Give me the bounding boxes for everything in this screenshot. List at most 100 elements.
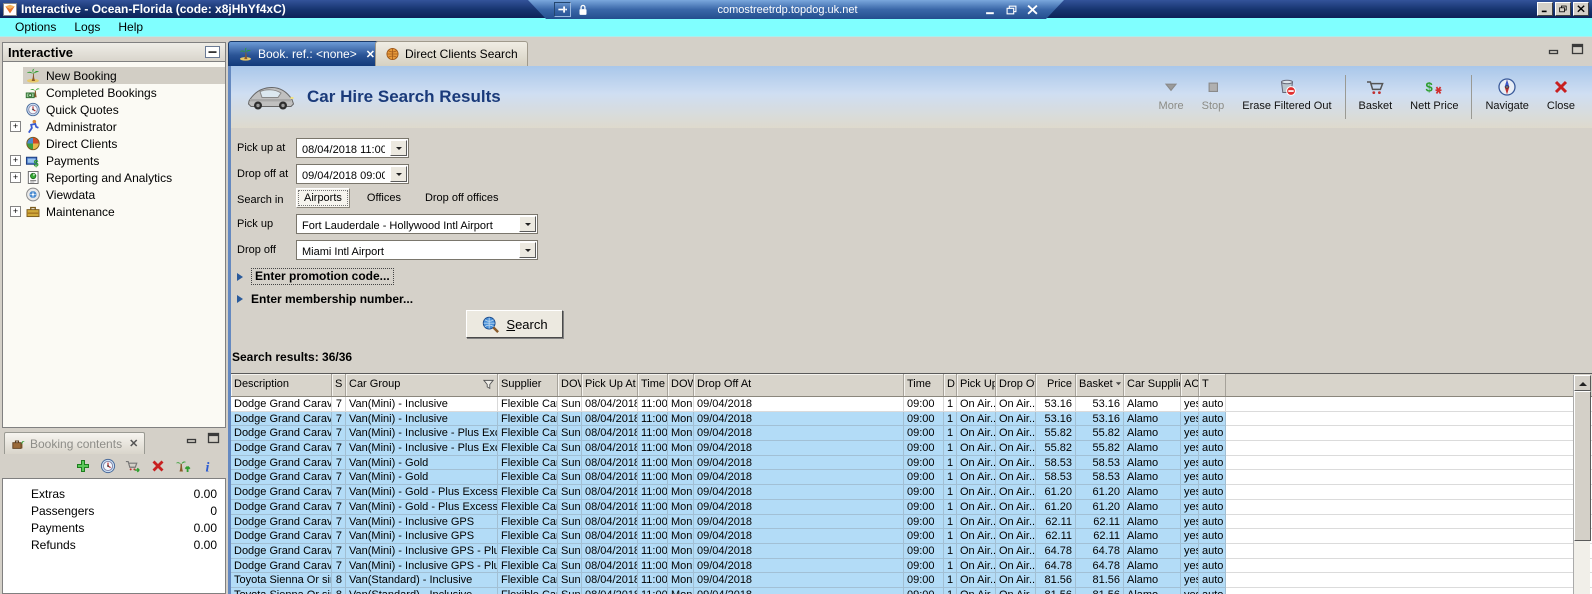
table-row[interactable]: Dodge Grand Carava...7Van(Mini) - Inclus… — [231, 426, 1592, 442]
sidebar-item-new-booking[interactable]: New Booking — [3, 67, 225, 84]
search-button[interactable]: Search — [466, 310, 563, 338]
navigate-button[interactable]: Navigate — [1476, 77, 1537, 118]
sidebar-item-quick-quotes[interactable]: Quick Quotes — [3, 101, 225, 118]
pickup-field[interactable] — [296, 214, 538, 234]
clock-globe-icon[interactable] — [100, 458, 116, 474]
tab-close-icon[interactable]: ✕ — [366, 48, 375, 61]
window-restore-button[interactable] — [1555, 2, 1571, 16]
tree-item-body[interactable]: Reporting and Analytics — [23, 169, 225, 186]
dropoff-dropdown-icon[interactable] — [519, 242, 536, 258]
scrollbar-thumb[interactable] — [1574, 391, 1591, 541]
delete-x-icon[interactable] — [150, 458, 166, 474]
nett-price-button[interactable]: $ Nett Price — [1401, 77, 1467, 118]
tree-item-body[interactable]: $ Payments — [23, 152, 225, 169]
table-row[interactable]: Dodge Grand Carava...7Van(Mini) - Inclus… — [231, 558, 1592, 574]
expand-icon[interactable]: + — [10, 206, 21, 217]
erase-filtered-out-button[interactable]: Erase Filtered Out — [1233, 77, 1340, 118]
rdp-restore-button[interactable] — [1006, 5, 1017, 15]
pickup-dropdown-icon[interactable] — [519, 216, 536, 232]
column-header-car-supplier[interactable]: Car Supplier — [1124, 374, 1181, 396]
dropoff-input[interactable] — [297, 241, 518, 259]
table-scrollbar[interactable] — [1573, 375, 1591, 594]
cart-arrow-icon[interactable] — [125, 458, 141, 474]
sidebar-item-payments[interactable]: + $ Payments — [3, 152, 225, 169]
tree-item-body[interactable]: Completed Bookings — [23, 84, 225, 101]
rdp-minimize-button[interactable] — [985, 5, 996, 15]
table-row[interactable]: Dodge Grand Carava...7Van(Mini) - Inclus… — [231, 411, 1592, 427]
column-header-dow[interactable]: DOW — [558, 374, 582, 396]
sidebar-item-reporting-and-analytics[interactable]: + Reporting and Analytics — [3, 169, 225, 186]
menu-item-help[interactable]: Help — [109, 18, 152, 36]
table-row[interactable]: Dodge Grand Carava...7Van(Mini) - Inclus… — [231, 441, 1592, 456]
dropoff-at-dropdown-icon[interactable] — [390, 166, 407, 182]
column-header-drop-off[interactable]: Drop Off — [996, 374, 1036, 396]
column-header-price[interactable]: Price — [1036, 374, 1076, 396]
table-row[interactable]: Dodge Grand Carava...7Van(Mini) - Inclus… — [231, 514, 1592, 530]
close-button[interactable]: Close — [1538, 77, 1584, 118]
menu-item-logs[interactable]: Logs — [65, 18, 109, 36]
column-header-car-group[interactable]: Car Group — [346, 374, 498, 396]
sidebar-item-completed-bookings[interactable]: Completed Bookings — [3, 84, 225, 101]
tab-book-ref-none-[interactable]: Book. ref.: <none> ✕ — [228, 41, 385, 66]
sidebar-item-direct-clients[interactable]: Direct Clients — [3, 135, 225, 152]
booking-contents-tab[interactable]: Booking contents ✕ — [4, 432, 146, 454]
sidebar-item-administrator[interactable]: + Administrator — [3, 118, 225, 135]
menu-item-options[interactable]: Options — [6, 18, 65, 36]
column-header-description[interactable]: Description — [231, 374, 332, 396]
promotion-code-text[interactable]: Enter promotion code... — [251, 268, 394, 285]
table-row[interactable]: Dodge Grand Carava...7Van(Mini) - Gold -… — [231, 485, 1592, 500]
promotion-code-link[interactable]: Enter promotion code... — [237, 268, 394, 285]
panel-maximize-icon[interactable] — [207, 432, 220, 444]
expand-icon[interactable]: + — [10, 172, 21, 183]
add-plus-icon[interactable] — [75, 458, 91, 474]
membership-number-text[interactable]: Enter membership number... — [251, 292, 413, 306]
column-header-time[interactable]: Time — [904, 374, 944, 396]
more-button[interactable]: More — [1150, 77, 1193, 118]
column-header-t[interactable]: T — [1199, 374, 1226, 396]
table-row[interactable]: Toyota Sienna Or sim...8Van(Standard) - … — [231, 573, 1592, 588]
column-header-pick-up[interactable]: Pick Up — [957, 374, 996, 396]
dropoff-at-field[interactable] — [296, 164, 409, 184]
dropoff-at-input[interactable] — [297, 165, 389, 183]
table-row[interactable]: Toyota Sienna Or sim...8Van(Standard) - … — [231, 587, 1592, 594]
tree-item-body[interactable]: Maintenance — [23, 203, 225, 220]
search-in-option-drop-off-offices[interactable]: Drop off offices — [418, 189, 506, 207]
window-minimize-button[interactable] — [1537, 2, 1553, 16]
column-header-pick-up-at[interactable]: Pick Up At — [582, 374, 638, 396]
pickup-at-input[interactable] — [297, 139, 389, 157]
dropoff-field[interactable] — [296, 240, 538, 260]
column-header-d[interactable]: D — [944, 374, 957, 396]
filter-funnel-icon[interactable] — [483, 379, 494, 390]
table-row[interactable]: Dodge Grand Carava...7Van(Mini) - GoldFl… — [231, 470, 1592, 486]
tree-item-body[interactable]: Viewdata — [23, 186, 225, 203]
pickup-input[interactable] — [297, 215, 518, 233]
search-in-option-airports[interactable]: Airports — [296, 188, 350, 208]
stop-button[interactable]: Stop — [1193, 77, 1234, 118]
info-icon[interactable]: i — [200, 458, 216, 475]
column-header-basket[interactable]: Basket — [1076, 374, 1124, 396]
tree-item-body[interactable]: Quick Quotes — [23, 101, 225, 118]
tab-direct-clients-search[interactable]: Direct Clients Search — [375, 41, 528, 66]
expand-icon[interactable]: + — [10, 155, 21, 166]
table-row[interactable]: Dodge Grand Carava...7Van(Mini) - Gold -… — [231, 499, 1592, 515]
scroll-up-icon[interactable] — [1574, 375, 1591, 391]
basket-button[interactable]: Basket — [1350, 77, 1402, 118]
panel-minimize-icon[interactable] — [186, 432, 199, 444]
pickup-at-dropdown-icon[interactable] — [390, 140, 407, 156]
content-maximize-icon[interactable] — [1571, 43, 1584, 55]
content-minimize-icon[interactable] — [1548, 43, 1561, 55]
tree-item-body[interactable]: Administrator — [23, 118, 225, 135]
tree-item-body[interactable]: Direct Clients — [23, 135, 225, 152]
column-header-ac[interactable]: AC — [1181, 374, 1199, 396]
column-header-drop-off-at[interactable]: Drop Off At — [694, 374, 904, 396]
search-in-option-offices[interactable]: Offices — [360, 189, 408, 207]
sidebar-collapse-button[interactable] — [205, 46, 220, 58]
column-header-time[interactable]: Time — [638, 374, 668, 396]
pin-icon[interactable] — [554, 2, 571, 17]
booking-contents-close-icon[interactable]: ✕ — [129, 437, 138, 450]
tree-item-body[interactable]: New Booking — [23, 67, 225, 84]
table-row[interactable]: Dodge Grand Carava...7Van(Mini) - GoldFl… — [231, 455, 1592, 471]
expand-icon[interactable]: + — [10, 121, 21, 132]
palm-up-icon[interactable] — [175, 458, 191, 474]
sidebar-item-maintenance[interactable]: + Maintenance — [3, 203, 225, 220]
